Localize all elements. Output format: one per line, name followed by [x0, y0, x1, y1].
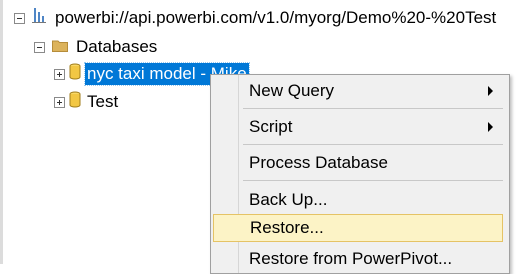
- tree-row-databases[interactable]: Databases: [34, 35, 159, 59]
- menu-item-label: Back Up...: [249, 190, 328, 209]
- server-icon: [31, 7, 47, 30]
- menu-separator: [243, 144, 503, 145]
- menu-item-label: Restore from PowerPivot...: [249, 249, 453, 268]
- menu-item-label: Process Database: [249, 153, 388, 172]
- expand-database-icon[interactable]: [54, 68, 65, 80]
- database-icon: [69, 63, 81, 85]
- folder-icon: [52, 37, 68, 57]
- context-menu: New Query Script Process Database Back U…: [210, 74, 510, 274]
- database-icon: [69, 91, 81, 113]
- databases-label[interactable]: Databases: [74, 36, 159, 58]
- expand-database-icon[interactable]: [54, 96, 65, 108]
- menu-item-process-database[interactable]: Process Database: [213, 149, 503, 177]
- tree-row-database-test[interactable]: Test: [54, 90, 120, 114]
- collapse-databases-icon[interactable]: [34, 41, 45, 53]
- menu-item-restore-from-powerpivot[interactable]: Restore from PowerPivot...: [213, 245, 503, 273]
- submenu-arrow-icon: [488, 86, 493, 96]
- menu-separator: [243, 108, 503, 109]
- menu-item-label: Script: [249, 117, 293, 136]
- menu-separator: [243, 180, 503, 181]
- pane-left-edge: [0, 0, 3, 264]
- tree-row-server[interactable]: powerbi://api.powerbi.com/v1.0/myorg/Dem…: [14, 6, 498, 30]
- database-label[interactable]: Test: [85, 91, 120, 113]
- menu-item-restore[interactable]: Restore...: [213, 214, 503, 242]
- collapse-server-icon[interactable]: [14, 12, 25, 24]
- submenu-arrow-icon: [488, 122, 493, 132]
- menu-item-label: New Query: [249, 81, 335, 100]
- menu-item-new-query[interactable]: New Query: [213, 77, 503, 105]
- menu-item-back-up[interactable]: Back Up...: [213, 186, 503, 214]
- menu-item-label: Restore...: [250, 218, 324, 237]
- menu-item-script[interactable]: Script: [213, 113, 503, 141]
- server-label[interactable]: powerbi://api.powerbi.com/v1.0/myorg/Dem…: [53, 7, 498, 29]
